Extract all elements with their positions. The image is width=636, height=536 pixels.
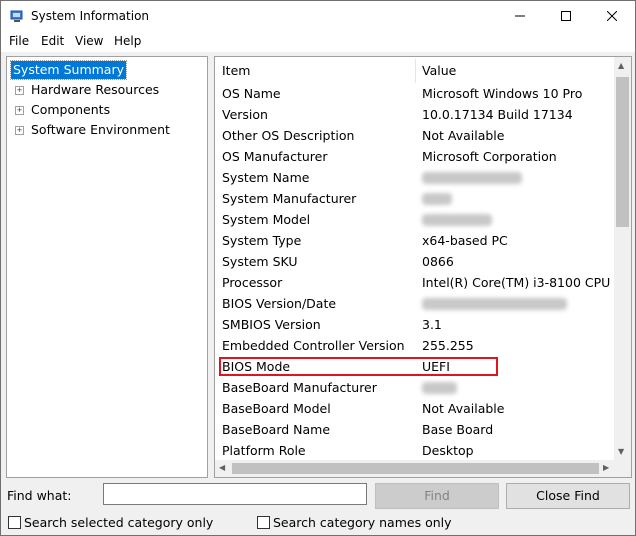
row-item: Embedded Controller Version bbox=[222, 338, 405, 353]
row-item: Other OS Description bbox=[222, 128, 355, 143]
search-selected-category-checkbox[interactable] bbox=[8, 516, 21, 529]
horizontal-scroll-thumb[interactable] bbox=[232, 463, 599, 474]
tree-item-system-summary[interactable]: System Summary bbox=[10, 60, 127, 80]
expand-plus-icon[interactable]: + bbox=[15, 126, 24, 135]
maximize-button[interactable] bbox=[543, 1, 589, 31]
tree-item-software-environment[interactable]: Software Environment bbox=[31, 122, 170, 137]
column-divider[interactable] bbox=[415, 59, 416, 83]
tree-item-components[interactable]: Components bbox=[31, 102, 110, 117]
bios-mode-highlight-box bbox=[219, 357, 498, 376]
vertical-scrollbar[interactable]: ▲ ▼ bbox=[614, 57, 631, 460]
redacted-value bbox=[422, 298, 567, 310]
menu-edit[interactable]: Edit bbox=[41, 34, 64, 48]
row-item: SMBIOS Version bbox=[222, 317, 321, 332]
expand-plus-icon[interactable]: + bbox=[15, 106, 24, 115]
table-row[interactable]: System SKU 0866 bbox=[215, 251, 615, 272]
table-row[interactable]: System Name bbox=[215, 167, 615, 188]
horizontal-scrollbar[interactable]: ◀ ▶ bbox=[215, 460, 615, 477]
table-row[interactable]: OS Name Microsoft Windows 10 Pro bbox=[215, 83, 615, 104]
system-information-window: System Information File Edit View Help S… bbox=[0, 0, 636, 536]
menu-file[interactable]: File bbox=[9, 34, 29, 48]
expand-plus-icon[interactable]: + bbox=[15, 86, 24, 95]
redacted-value bbox=[422, 382, 457, 394]
system-information-app-icon bbox=[10, 10, 23, 22]
row-item: BaseBoard Manufacturer bbox=[222, 380, 377, 395]
table-row[interactable]: Embedded Controller Version 255.255 bbox=[215, 335, 615, 356]
minimize-button[interactable] bbox=[497, 1, 543, 31]
menu-help[interactable]: Help bbox=[114, 34, 141, 48]
scroll-left-arrow-icon[interactable]: ◀ bbox=[219, 463, 225, 472]
close-window-button[interactable] bbox=[589, 1, 635, 31]
redacted-value bbox=[422, 172, 522, 184]
close-find-button[interactable]: Close Find bbox=[506, 483, 630, 509]
category-tree: System Summary + Hardware Resources + Co… bbox=[6, 56, 208, 478]
details-list: Item Value OS Name Microsoft Windows 10 … bbox=[214, 56, 632, 478]
row-item: BaseBoard Name bbox=[222, 422, 331, 437]
menu-view[interactable]: View bbox=[75, 34, 103, 48]
search-category-names-label: Search category names only bbox=[273, 515, 452, 530]
minimize-icon bbox=[515, 15, 525, 17]
table-row[interactable]: BaseBoard Model Not Available bbox=[215, 398, 615, 419]
table-row[interactable]: System Model bbox=[215, 209, 615, 230]
table-row[interactable]: BaseBoard Manufacturer bbox=[215, 377, 615, 398]
table-row[interactable]: BIOS Version/Date bbox=[215, 293, 615, 314]
redacted-value bbox=[422, 193, 452, 205]
table-row[interactable]: OS Manufacturer Microsoft Corporation bbox=[215, 146, 615, 167]
redacted-value bbox=[422, 214, 492, 226]
row-item: System SKU bbox=[222, 254, 298, 269]
row-item: OS Name bbox=[222, 86, 281, 101]
row-item: Version bbox=[222, 107, 268, 122]
scroll-down-arrow-icon[interactable]: ▼ bbox=[618, 447, 624, 456]
scrollbar-corner bbox=[614, 460, 631, 477]
row-item: Platform Role bbox=[222, 443, 306, 458]
row-value: 255.255 bbox=[422, 338, 474, 353]
row-item: System Name bbox=[222, 170, 310, 185]
row-item: Processor bbox=[222, 275, 283, 290]
row-value: Microsoft Windows 10 Pro bbox=[422, 86, 583, 101]
close-icon bbox=[607, 11, 617, 21]
search-selected-category-label: Search selected category only bbox=[24, 515, 214, 530]
menu-bar: File Edit View Help bbox=[1, 31, 635, 52]
table-row[interactable]: System Type x64-based PC bbox=[215, 230, 615, 251]
maximize-icon bbox=[561, 11, 571, 21]
find-what-label: Find what: bbox=[7, 488, 72, 503]
column-header-value[interactable]: Value bbox=[422, 59, 457, 83]
row-value: Intel(R) Core(TM) i3-8100 CPU @ bbox=[422, 275, 627, 290]
row-value: 3.1 bbox=[422, 317, 442, 332]
find-what-input[interactable] bbox=[103, 483, 367, 505]
row-item: System Manufacturer bbox=[222, 191, 357, 206]
row-item: BIOS Version/Date bbox=[222, 296, 337, 311]
row-value: Base Board bbox=[422, 422, 494, 437]
table-row[interactable]: SMBIOS Version 3.1 bbox=[215, 314, 615, 335]
table-row[interactable]: BaseBoard Name Base Board bbox=[215, 419, 615, 440]
table-row[interactable]: Platform Role Desktop bbox=[215, 440, 615, 461]
scroll-right-arrow-icon[interactable]: ▶ bbox=[603, 463, 609, 472]
table-row[interactable]: System Manufacturer bbox=[215, 188, 615, 209]
vertical-scroll-thumb[interactable] bbox=[616, 77, 629, 227]
row-value: Not Available bbox=[422, 401, 505, 416]
row-value: 10.0.17134 Build 17134 bbox=[422, 107, 573, 122]
row-value: Desktop bbox=[422, 443, 474, 458]
table-row[interactable]: Version 10.0.17134 Build 17134 bbox=[215, 104, 615, 125]
row-value: Not Available bbox=[422, 128, 505, 143]
table-row[interactable]: Processor Intel(R) Core(TM) i3-8100 CPU … bbox=[215, 272, 627, 293]
title-bar: System Information bbox=[1, 1, 635, 31]
row-item: OS Manufacturer bbox=[222, 149, 328, 164]
find-button[interactable]: Find bbox=[375, 483, 499, 509]
tree-item-hardware-resources[interactable]: Hardware Resources bbox=[31, 82, 159, 97]
column-header-item[interactable]: Item bbox=[222, 59, 251, 83]
search-category-names-checkbox[interactable] bbox=[257, 516, 270, 529]
scroll-up-arrow-icon[interactable]: ▲ bbox=[618, 61, 624, 70]
row-value: 0866 bbox=[422, 254, 454, 269]
row-item: System Type bbox=[222, 233, 302, 248]
row-item: BaseBoard Model bbox=[222, 401, 331, 416]
row-value: Microsoft Corporation bbox=[422, 149, 557, 164]
window-title: System Information bbox=[31, 9, 150, 23]
table-row[interactable]: Other OS Description Not Available bbox=[215, 125, 615, 146]
row-value: x64-based PC bbox=[422, 233, 508, 248]
row-item: System Model bbox=[222, 212, 311, 227]
